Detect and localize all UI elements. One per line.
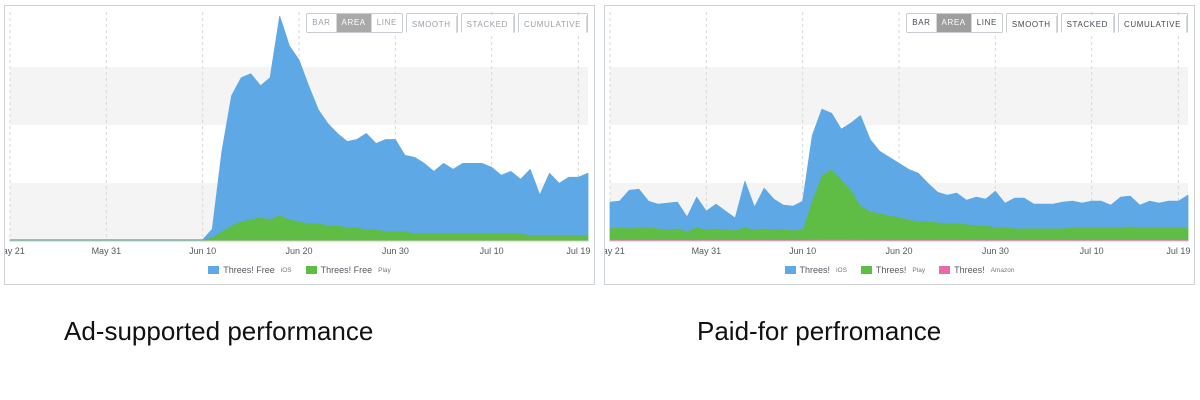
x-tick-label: May 21 [5, 246, 25, 256]
chart-toolbar: BAR AREA LINE SMOOTH STACKED CUMULATIVE [306, 13, 588, 33]
smooth-button[interactable]: SMOOTH [406, 16, 457, 33]
x-tick-label: Jul 10 [1080, 246, 1104, 256]
x-tick-label: Jun 20 [285, 246, 312, 256]
cumulative-button[interactable]: CUMULATIVE [1119, 16, 1187, 33]
stacked-wrap: STACKED [460, 13, 516, 33]
x-tick-label: Jul 19 [566, 246, 590, 256]
legend-swatch-amazon [939, 266, 951, 274]
caption-ad-supported: Ad-supported performance [64, 316, 374, 346]
stacked-wrap: STACKED [1060, 13, 1116, 33]
stacked-button[interactable]: STACKED [461, 16, 515, 33]
chart-panel-paid-for: May 21 May 31 Jun 10 Jun 20 Jun 30 Jul 10 Jul … [604, 5, 1195, 285]
x-tick-label: May 31 [692, 246, 722, 256]
smooth-wrap: SMOOTH [405, 13, 458, 33]
legend-item-play[interactable]: Threes! Free Play [305, 265, 391, 275]
area-button[interactable]: AREA [936, 14, 972, 32]
area-button[interactable]: AREA [336, 14, 372, 32]
chart-type-group: BAR AREA LINE [306, 13, 403, 33]
legend-swatch-ios [208, 266, 220, 274]
chart-type-group: BAR AREA LINE [906, 13, 1003, 33]
legend-swatch-play [305, 266, 317, 274]
smooth-wrap: SMOOTH [1005, 13, 1058, 33]
x-tick-label: May 21 [605, 246, 625, 256]
x-tick-label: Jul 10 [480, 246, 504, 256]
legend-suffix: Play [378, 266, 391, 274]
chart-legend: Threes! iOS Threes! Play Threes! Amazon [605, 265, 1194, 275]
x-tick-label: May 31 [92, 246, 122, 256]
legend-label: Threes! Free [223, 265, 275, 275]
line-button[interactable]: LINE [971, 14, 1002, 32]
legend-suffix: Amazon [990, 266, 1015, 274]
legend-label: Threes! [875, 265, 907, 275]
bar-button[interactable]: BAR [907, 14, 937, 32]
cumulative-button[interactable]: CUMULATIVE [519, 16, 587, 33]
stacked-button[interactable]: STACKED [1061, 16, 1115, 33]
bar-button[interactable]: BAR [307, 14, 337, 32]
area-chart-ad-supported: May 21 May 31 Jun 10 Jun 20 Jun 30 Jul 10 Jul … [5, 12, 590, 256]
x-tick-label: Jun 10 [189, 246, 216, 256]
caption-paid-for: Paid-for perfromance [697, 316, 942, 346]
legend-suffix: iOS [280, 266, 292, 274]
legend-item-play[interactable]: Threes! Play [860, 265, 926, 275]
legend-item-amazon[interactable]: Threes! Amazon [939, 265, 1014, 275]
legend-suffix: iOS [836, 266, 847, 274]
legend-swatch-ios [784, 266, 796, 274]
x-tick-label: Jun 30 [982, 246, 1009, 256]
x-tick-label: Jun 10 [789, 246, 816, 256]
chart-toolbar: BAR AREA LINE SMOOTH STACKED CUMULATIVE [906, 13, 1188, 33]
legend-label: Threes! [799, 265, 831, 275]
legend-swatch-play [860, 266, 872, 274]
legend-item-ios[interactable]: Threes! iOS [784, 265, 847, 275]
x-tick-label: Jun 30 [382, 246, 409, 256]
cumulative-wrap: CUMULATIVE [518, 13, 588, 33]
x-tick-label: Jul 19 [1166, 246, 1190, 256]
line-button[interactable]: LINE [371, 14, 402, 32]
chart-panel-ad-supported: May 21 May 31 Jun 10 Jun 20 Jun 30 Jul 10 Jul … [4, 5, 595, 285]
legend-suffix: Play [912, 266, 926, 274]
legend-item-ios[interactable]: Threes! Free iOS [208, 265, 292, 275]
chart-legend: Threes! Free iOS Threes! Free Play [5, 265, 594, 275]
legend-label: Threes! [954, 265, 985, 275]
area-chart-paid-for: May 21 May 31 Jun 10 Jun 20 Jun 30 Jul 10 Jul … [605, 12, 1190, 256]
smooth-button[interactable]: SMOOTH [1006, 16, 1057, 33]
cumulative-wrap: CUMULATIVE [1118, 13, 1188, 33]
legend-label: Threes! Free [320, 265, 373, 275]
x-tick-label: Jun 20 [885, 246, 912, 256]
